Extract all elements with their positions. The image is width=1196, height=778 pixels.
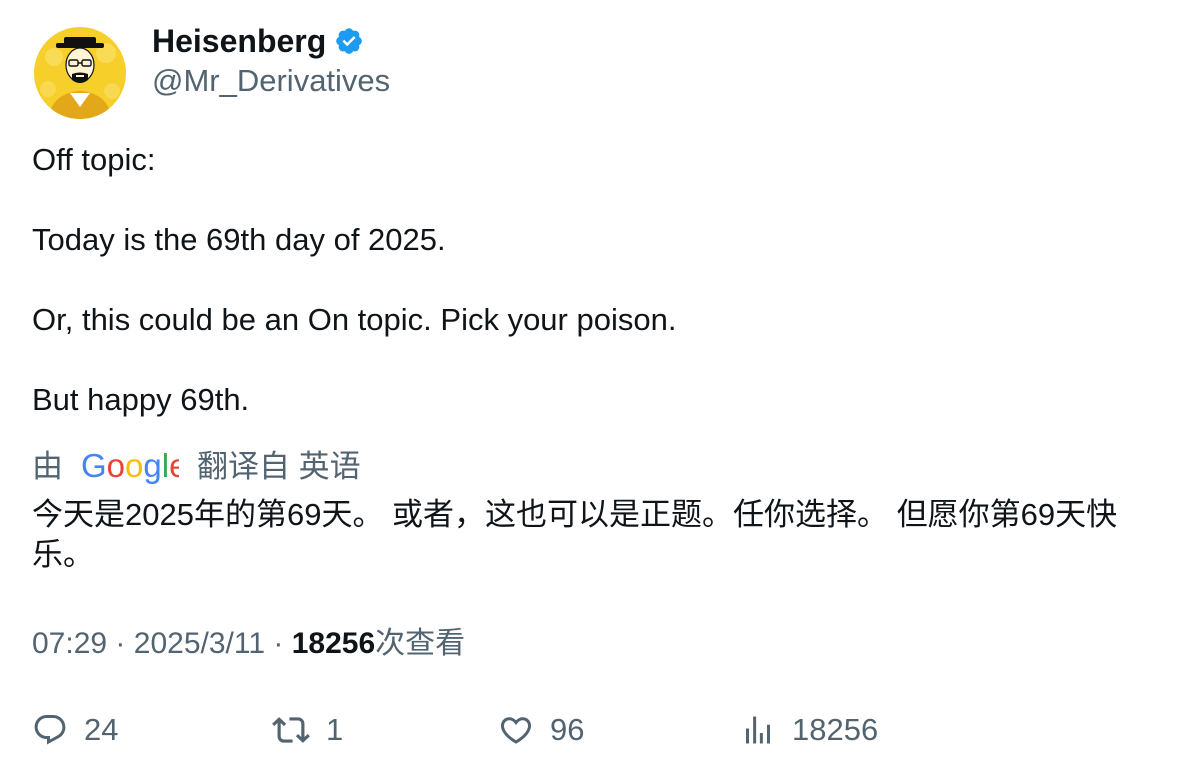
translation-attribution: 由 Google 翻译自 英语 — [32, 447, 361, 487]
tweet-time[interactable]: 07:29 — [32, 627, 107, 660]
analytics-icon — [746, 716, 770, 744]
translation-prefix: 由 — [32, 449, 63, 484]
tweet-text: Off topic: Today is the 69th day of 2025… — [32, 140, 1162, 420]
like-count: 96 — [550, 712, 585, 747]
author-display-name[interactable]: Heisenberg — [152, 20, 326, 62]
meta-separator: · — [273, 627, 284, 660]
heart-icon — [500, 717, 532, 744]
views-count: 18256 — [291, 627, 376, 660]
reply-icon — [34, 715, 66, 745]
translation-suffix: 翻译自 英语 — [197, 449, 361, 484]
views-label: 次查看 — [375, 627, 466, 660]
tweet-line: Today is the 69th day of 2025. — [32, 222, 446, 257]
retweet-count: 1 — [326, 712, 344, 747]
reply-count: 24 — [84, 712, 119, 747]
tweet-line: Or, this could be an On topic. Pick your… — [32, 302, 677, 337]
tweet-meta: 07:29 · 2025/3/11 · 18256次查看 — [32, 624, 465, 664]
views-action-count: 18256 — [792, 712, 879, 747]
heisenberg-avatar-icon — [34, 27, 126, 119]
retweet-icon — [272, 717, 310, 743]
action-bar: 24 1 96 18256 — [0, 710, 1196, 754]
tweet-line: Off topic: — [32, 142, 156, 177]
retweet-button[interactable]: 1 — [272, 710, 343, 750]
meta-separator: · — [115, 627, 126, 660]
author-handle[interactable]: @Mr_Derivatives — [152, 62, 390, 100]
avatar[interactable] — [34, 27, 126, 119]
reply-button[interactable]: 24 — [32, 710, 118, 750]
tweet-date[interactable]: 2025/3/11 — [134, 627, 265, 660]
tweet-line: But happy 69th. — [32, 382, 250, 417]
author-name-row: Heisenberg — [152, 20, 364, 62]
svg-text:Google: Google — [81, 449, 179, 484]
translated-text: 今天是2025年的第69天。 或者，这也可以是正题。任你选择。 但愿你第69天快… — [32, 497, 1118, 572]
views-button[interactable]: 18256 — [740, 710, 878, 750]
google-logo-icon: Google — [81, 449, 179, 484]
google-logo: Google — [81, 449, 179, 485]
verified-badge-icon — [336, 28, 363, 54]
like-button[interactable]: 96 — [498, 710, 584, 750]
